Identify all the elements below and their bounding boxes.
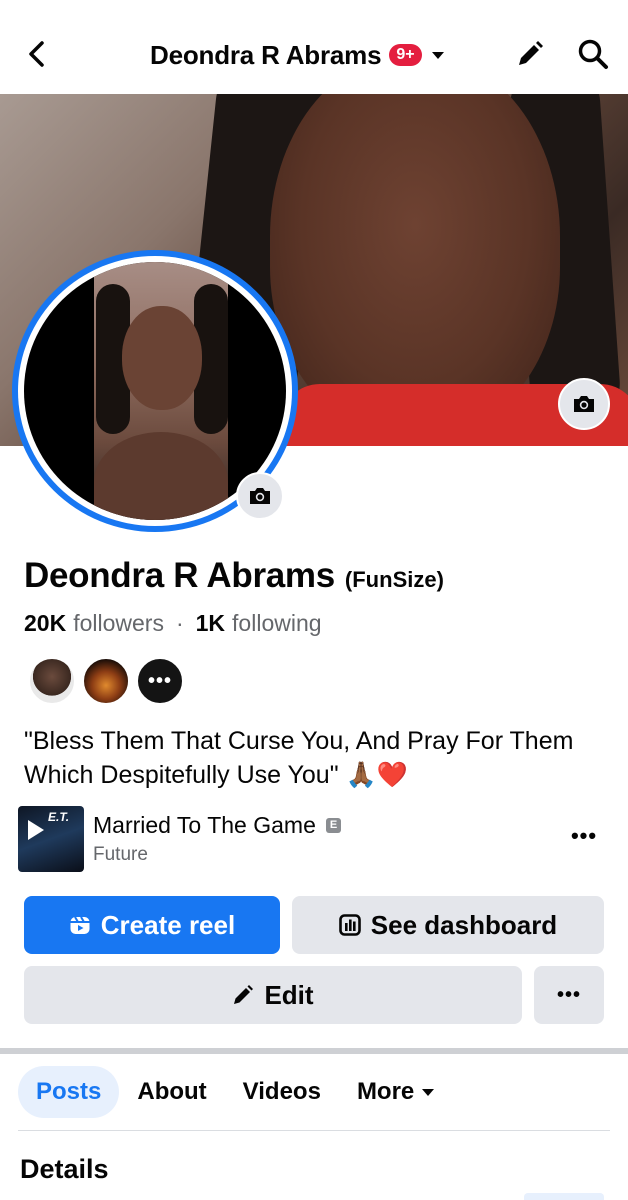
tab-about[interactable]: About [119, 1066, 224, 1118]
chevron-down-icon [422, 1088, 435, 1096]
tabs-divider [18, 1130, 610, 1131]
pencil-icon [519, 41, 543, 65]
profile-tabs: Posts About Videos More [18, 1066, 452, 1118]
back-arrow-icon [29, 41, 44, 67]
stats-separator: · [175, 610, 184, 636]
section-divider [0, 1048, 628, 1054]
cover-photo-detail [270, 94, 560, 434]
camera-icon [250, 488, 270, 504]
create-reel-label: Create reel [100, 909, 236, 940]
follow-stats: 20K followers · 1K following [24, 610, 322, 637]
song-title: Married To The Game [93, 812, 316, 838]
alternate-name: (FunSize) [344, 567, 444, 592]
more-actions-button[interactable]: ••• [534, 966, 604, 1024]
search-button[interactable] [574, 36, 612, 72]
friend-avatar[interactable] [28, 657, 76, 705]
tab-more[interactable]: More [339, 1066, 452, 1118]
header-title: Deondra R Abrams [150, 39, 382, 70]
notification-badge: 9+ [389, 44, 422, 66]
followers-count: 20K [24, 610, 67, 636]
see-dashboard-label: See dashboard [370, 909, 558, 940]
top-bar: Deondra R Abrams 9+ [0, 0, 628, 94]
avatar-detail [122, 306, 202, 410]
scroll-hint [524, 1193, 604, 1200]
profile-camera-button[interactable] [236, 472, 284, 520]
following-link[interactable]: 1K following [196, 610, 322, 637]
album-text: E.T. [48, 810, 70, 824]
following-label: following [232, 610, 322, 636]
explicit-badge: E [325, 818, 342, 833]
music-more-button[interactable]: ••• [566, 824, 602, 854]
search-icon [578, 39, 608, 69]
tab-posts[interactable]: Posts [18, 1066, 120, 1118]
reel-icon [70, 916, 90, 934]
tab-more-label: More [356, 1078, 415, 1105]
more-friends-button[interactable]: ••• [136, 657, 184, 705]
album-art[interactable]: E.T. [18, 806, 84, 872]
chevron-down-icon [431, 51, 444, 59]
edit-profile-button[interactable] [512, 36, 548, 72]
see-dashboard-button[interactable]: See dashboard [292, 896, 604, 954]
profile-name-row: Deondra R Abrams (FunSize) [24, 556, 444, 596]
edit-button[interactable]: Edit [24, 966, 522, 1024]
profile-switcher[interactable]: Deondra R Abrams 9+ [150, 38, 444, 72]
play-icon [28, 820, 44, 840]
details-heading: Details [20, 1154, 109, 1184]
edit-label: Edit [264, 979, 314, 1010]
tab-videos[interactable]: Videos [225, 1066, 339, 1118]
dashboard-icon [338, 914, 361, 936]
edit-pencil-icon [234, 985, 254, 1004]
profile-music: E.T. Married To The Game E Future ••• [18, 806, 610, 872]
song-artist: Future [93, 844, 148, 865]
profile-name: Deondra R Abrams [24, 556, 335, 595]
followers-label: followers [73, 610, 164, 636]
followers-link[interactable]: 20K followers [24, 610, 164, 637]
friend-avatar[interactable] [82, 657, 130, 705]
cover-camera-button[interactable] [558, 378, 610, 430]
mutual-friends-row: ••• [28, 657, 184, 705]
song-title-row[interactable]: Married To The Game E [93, 812, 342, 839]
back-button[interactable] [20, 36, 52, 72]
following-count: 1K [195, 610, 226, 636]
profile-bio: "Bless Them That Curse You, And Pray For… [24, 727, 574, 789]
create-reel-button[interactable]: Create reel [24, 896, 280, 954]
camera-icon [574, 396, 594, 412]
